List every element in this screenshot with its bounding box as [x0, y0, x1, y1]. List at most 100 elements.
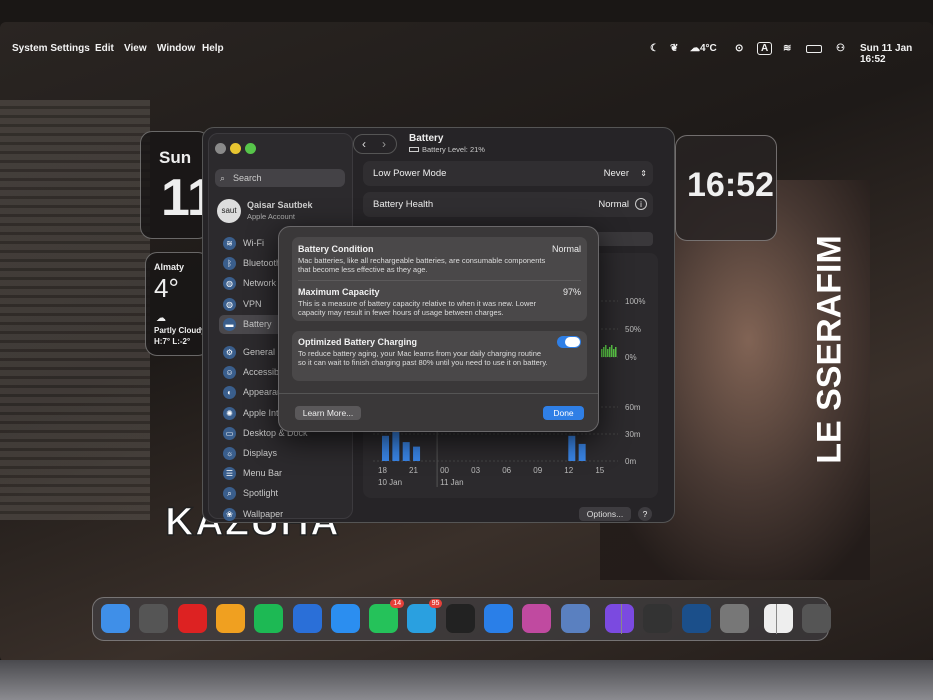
info-icon[interactable]: i	[635, 198, 647, 210]
spotlight-icon: ⌕	[223, 487, 236, 501]
screen-usage-bar	[413, 446, 421, 461]
date-label: 11 Jan	[440, 478, 463, 487]
desktop-icon: ▭	[223, 426, 236, 440]
search-placeholder: Search	[233, 173, 262, 183]
appearance-icon: ◐	[223, 386, 236, 400]
optimized-charging-toggle[interactable]	[557, 336, 581, 348]
whatsapp-icon[interactable]: 14	[369, 599, 405, 633]
x-tick-label: 09	[533, 466, 542, 475]
mail-icon[interactable]	[484, 604, 513, 633]
trash-icon[interactable]	[802, 604, 832, 633]
vpn-icon: ◍	[223, 297, 236, 311]
moon-icon[interactable]: ☾	[650, 43, 659, 54]
battery-level-bar	[611, 345, 613, 357]
displays-icon: ☼	[223, 447, 236, 460]
laptop-bezel	[0, 660, 933, 700]
optimized-description: To reduce battery aging, your Mac learns…	[298, 349, 548, 367]
user-name: Qaisar Sautbek	[247, 200, 313, 210]
clock-widget[interactable]: 16:52	[675, 135, 777, 241]
notification-badge: 95	[428, 599, 443, 608]
help-button[interactable]: ?	[638, 507, 652, 521]
sidebar-item-displays[interactable]: ☼ Displays	[219, 444, 349, 463]
spotify-icon[interactable]	[254, 604, 284, 633]
weather-widget[interactable]: Almaty 4° ☁ Partly Cloudy H:7° L:-2°	[145, 252, 210, 356]
sidebar-item-spotlight[interactable]: ⌕ Spotlight	[219, 484, 349, 503]
vlc-icon[interactable]	[215, 604, 245, 633]
capacity-description: This is a measure of battery capacity re…	[298, 299, 537, 317]
clock[interactable]: Sun 11 Jan 16:52	[860, 43, 933, 65]
weather-temp: 4°C	[700, 43, 717, 54]
play-icon[interactable]: ⊙	[735, 43, 743, 54]
apple-account[interactable]: saut Qaisar Sautbek Apple Account	[215, 197, 345, 225]
sidebar-item-label: Wi-Fi	[243, 238, 264, 248]
x-tick-label: 03	[471, 466, 480, 475]
weather-high-low: H:7° L:-2°	[154, 337, 191, 346]
usage-tick-label: 0m	[625, 457, 636, 466]
menu-window[interactable]: Window	[157, 43, 195, 54]
system-settings-icon[interactable]	[719, 604, 749, 633]
optimized-charging-card: Optimized Battery Charging To reduce bat…	[292, 331, 587, 381]
weather-icon[interactable]: ☁4°C	[690, 43, 717, 54]
sidebar-item-menu-bar[interactable]: ☰ Menu Bar	[219, 464, 349, 483]
screen-usage-bar	[568, 435, 576, 461]
battery-icon: ▬	[223, 317, 236, 331]
telegram-icon[interactable]: 95	[407, 599, 443, 633]
options-button[interactable]: Options...	[579, 507, 631, 521]
menu-help[interactable]: Help	[202, 43, 224, 54]
proton-vpn-icon[interactable]	[604, 604, 634, 633]
minimize-button[interactable]	[230, 143, 241, 154]
learn-more-button[interactable]: Learn More...	[295, 406, 361, 420]
avatar: saut	[217, 199, 241, 223]
dock-separator	[776, 604, 777, 634]
menu-view[interactable]: View	[124, 43, 147, 54]
leaf-icon[interactable]: ❦	[670, 43, 678, 54]
date-day: Sun	[159, 148, 192, 167]
forward-button[interactable]: ›	[382, 135, 386, 153]
wifi-icon: ≋	[223, 237, 236, 250]
sidebar-item-label: Menu Bar	[243, 468, 283, 479]
figma-icon[interactable]	[445, 604, 475, 633]
battery-health-dialog: Battery Condition Normal Mac batteries, …	[278, 226, 599, 432]
menu-edit[interactable]: Edit	[95, 43, 114, 54]
done-button[interactable]: Done	[543, 406, 584, 420]
sidebar-item-label: Displays	[243, 448, 278, 458]
back-button[interactable]: ‹	[362, 135, 366, 153]
arc-icon[interactable]	[522, 604, 552, 633]
x-tick-label: 00	[440, 466, 449, 475]
preview-icon[interactable]	[560, 604, 590, 633]
capacity-title: Maximum Capacity	[298, 287, 380, 297]
search-input[interactable]: ⌕ Search	[215, 169, 345, 187]
notes-app-icon[interactable]	[643, 604, 673, 633]
sidebar-item-label: General	[243, 347, 276, 357]
menu-app-name[interactable]: System Settings	[12, 43, 90, 54]
low-power-select[interactable]: Never	[604, 161, 629, 186]
copilot-nav-icon[interactable]	[292, 604, 322, 633]
steam-icon[interactable]	[681, 604, 711, 633]
date-widget[interactable]: Sun 11	[140, 131, 216, 239]
input-source-icon[interactable]: A	[757, 42, 773, 55]
finder-icon[interactable]	[101, 604, 130, 633]
document-icon[interactable]	[764, 604, 794, 633]
youtube-icon[interactable]	[177, 604, 207, 633]
control-center-icon[interactable]: ⚇	[836, 43, 845, 54]
notification-badge: 14	[390, 599, 405, 608]
safari-icon[interactable]	[330, 604, 360, 633]
level-tick-label: 50%	[625, 325, 641, 334]
battery-level-bar	[607, 349, 609, 357]
battery-health-row: Battery Health Normal i	[363, 192, 653, 217]
stepper-chevron-icon[interactable]: ⇕	[640, 161, 647, 186]
dock: 14 95	[92, 597, 832, 641]
sidebar-item-wallpaper[interactable]: ❀ Wallpaper	[219, 505, 349, 522]
screen-usage-bar	[392, 430, 400, 461]
low-power-label: Low Power Mode	[373, 168, 447, 179]
launchpad-icon[interactable]	[139, 604, 169, 633]
wifi-icon[interactable]: ≋	[783, 43, 791, 54]
apple-intelligence-icon: ✺	[223, 406, 236, 420]
battery-icon[interactable]	[806, 45, 822, 53]
battery-level-bar	[615, 347, 617, 357]
sidebar-item-label: Spotlight	[243, 488, 279, 499]
close-button[interactable]	[215, 143, 226, 154]
zoom-button[interactable]	[245, 143, 256, 154]
battery-level: Battery Level: 21%	[409, 145, 485, 154]
menubar-icon: ☰	[223, 467, 236, 481]
